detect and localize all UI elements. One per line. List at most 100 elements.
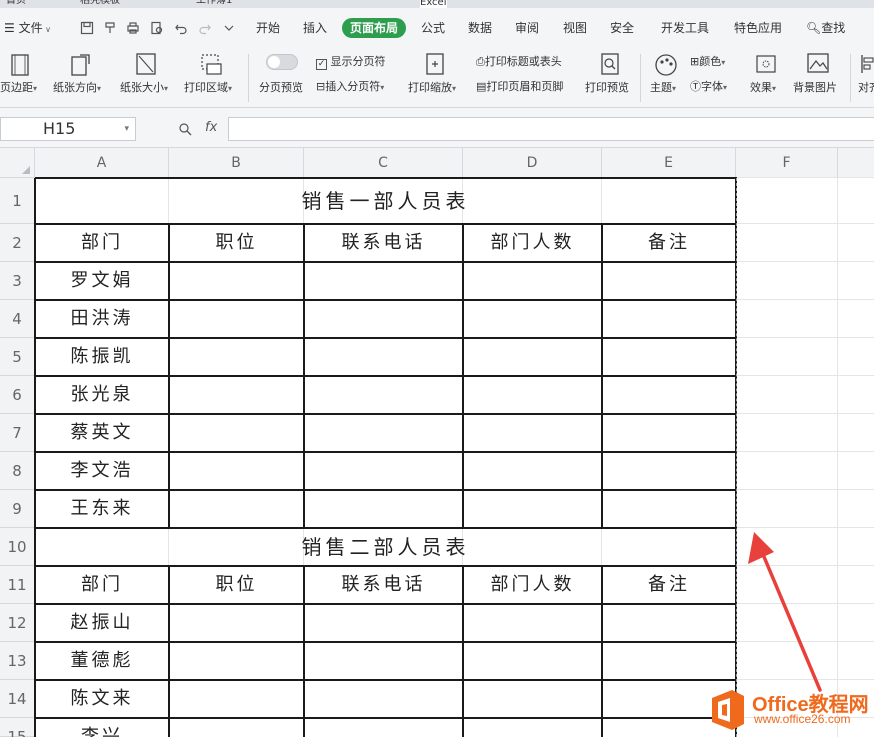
effects-button[interactable]: 效果▾ xyxy=(750,79,776,95)
select-all-corner[interactable] xyxy=(0,148,35,178)
tab-special-features[interactable]: 特色应用 xyxy=(734,18,782,38)
table1-name-cell[interactable]: 罗文娟 xyxy=(35,262,169,300)
row-header-2[interactable]: 2 xyxy=(0,224,35,262)
margins-button[interactable]: 页边距▾ xyxy=(0,79,37,95)
show-page-breaks-checkbox[interactable]: ✓ 显示分页符 xyxy=(316,53,386,70)
column-header-c[interactable]: C xyxy=(304,148,463,178)
file-menu[interactable]: ☰ 文件 ∨ xyxy=(4,18,51,38)
table2-name-cell[interactable]: 陈文来 xyxy=(35,680,169,718)
table2-title[interactable]: 销售二部人员表 xyxy=(35,528,736,566)
table1-title[interactable]: 销售一部人员表 xyxy=(35,178,736,224)
column-header-d[interactable]: D xyxy=(463,148,602,178)
tab-formulas[interactable]: 公式 xyxy=(421,18,445,38)
print-scale-button[interactable]: 打印缩放▾ xyxy=(408,79,456,95)
orientation-button[interactable]: 纸张方向▾ xyxy=(53,79,101,95)
print-scale-icon[interactable] xyxy=(424,52,446,76)
formula-input[interactable] xyxy=(228,117,874,141)
table1-header-notes[interactable]: 备注 xyxy=(602,224,736,262)
title-tab-workbook[interactable]: 工作簿1 xyxy=(196,0,232,8)
title-tab-templates[interactable]: 稻壳模板 xyxy=(80,0,120,8)
tab-review[interactable]: 审阅 xyxy=(515,18,539,38)
row-header-12[interactable]: 12 xyxy=(0,604,35,642)
effects-icon[interactable] xyxy=(755,54,777,74)
row-header-5[interactable]: 5 xyxy=(0,338,35,376)
paper-size-button[interactable]: 纸张大小▾ xyxy=(120,79,168,95)
customize-toolbar-icon[interactable] xyxy=(222,21,236,35)
align-icon[interactable] xyxy=(860,52,874,76)
colors-button[interactable]: ⊞颜色▾ xyxy=(690,53,725,69)
row-header-9[interactable]: 9 xyxy=(0,490,35,528)
tab-home[interactable]: 开始 xyxy=(256,18,280,38)
column-header-e[interactable]: E xyxy=(602,148,736,178)
column-header-b[interactable]: B xyxy=(169,148,304,178)
column-header-a[interactable]: A xyxy=(35,148,169,178)
table2-name-cell[interactable]: 赵振山 xyxy=(35,604,169,642)
page-break-preview-toggle[interactable] xyxy=(266,54,298,70)
paper-size-icon[interactable] xyxy=(134,52,158,76)
print-preview-icon[interactable] xyxy=(150,21,164,35)
theme-button[interactable]: 主题▾ xyxy=(650,79,676,95)
print-area-icon[interactable] xyxy=(198,52,224,78)
row-header-10[interactable]: 10 xyxy=(0,528,35,566)
tab-view[interactable]: 视图 xyxy=(563,18,587,38)
margins-icon[interactable] xyxy=(8,53,32,77)
table2-header-position[interactable]: 职位 xyxy=(169,566,304,604)
table2-header-notes[interactable]: 备注 xyxy=(602,566,736,604)
tab-security[interactable]: 安全 xyxy=(610,18,634,38)
row-header-15[interactable]: 15 xyxy=(0,718,35,737)
tab-insert[interactable]: 插入 xyxy=(303,18,327,38)
tab-developer[interactable]: 开发工具 xyxy=(661,18,709,38)
table1-name-cell[interactable]: 田洪涛 xyxy=(35,300,169,338)
orientation-icon[interactable] xyxy=(68,52,94,78)
table1-header-phone[interactable]: 联系电话 xyxy=(304,224,463,262)
print-icon[interactable] xyxy=(126,21,140,35)
row-header-3[interactable]: 3 xyxy=(0,262,35,300)
print-preview-button[interactable]: 打印预览 xyxy=(585,79,629,95)
table2-header-headcount[interactable]: 部门人数 xyxy=(463,566,602,604)
row-header-1[interactable]: 1 xyxy=(0,178,35,224)
theme-palette-icon[interactable] xyxy=(653,52,679,78)
background-image-icon[interactable] xyxy=(806,52,830,74)
insert-function-button[interactable]: fx xyxy=(205,120,217,135)
row-header-8[interactable]: 8 xyxy=(0,452,35,490)
save-icon[interactable] xyxy=(80,21,94,35)
name-box[interactable]: H15 ▾ xyxy=(0,117,136,141)
title-tab-current[interactable]: Excel xyxy=(420,0,447,8)
table2-header-phone[interactable]: 联系电话 xyxy=(304,566,463,604)
row-header-11[interactable]: 11 xyxy=(0,566,35,604)
background-image-button[interactable]: 背景图片 xyxy=(793,79,837,95)
row-header-13[interactable]: 13 xyxy=(0,642,35,680)
table1-name-cell[interactable]: 李文浩 xyxy=(35,452,169,490)
row-header-14[interactable]: 14 xyxy=(0,680,35,718)
tab-data[interactable]: 数据 xyxy=(468,18,492,38)
table2-name-cell[interactable]: 李兴 xyxy=(35,718,169,737)
table1-header-headcount[interactable]: 部门人数 xyxy=(463,224,602,262)
column-header-f[interactable]: F xyxy=(736,148,838,178)
header-footer-button[interactable]: ▤打印页眉和页脚 xyxy=(476,78,563,94)
row-header-7[interactable]: 7 xyxy=(0,414,35,452)
print-titles-button[interactable]: ⎙打印标题或表头 xyxy=(476,53,562,69)
title-tab-home[interactable]: 首页 xyxy=(6,0,26,8)
zoom-function-icon[interactable] xyxy=(178,122,192,136)
tab-page-layout[interactable]: 页面布局 xyxy=(342,18,407,38)
table2-header-dept[interactable]: 部门 xyxy=(35,566,169,604)
table1-header-dept[interactable]: 部门 xyxy=(35,224,169,262)
table1-name-cell[interactable]: 张光泉 xyxy=(35,376,169,414)
undo-icon[interactable] xyxy=(174,21,188,35)
table1-name-cell[interactable]: 王东来 xyxy=(35,490,169,528)
search-button[interactable]: 🔍︎查找 xyxy=(806,18,845,38)
table1-header-position[interactable]: 职位 xyxy=(169,224,304,262)
row-header-4[interactable]: 4 xyxy=(0,300,35,338)
table1-name-cell[interactable]: 蔡英文 xyxy=(35,414,169,452)
print-preview-large-icon[interactable] xyxy=(598,52,622,76)
print-area-button[interactable]: 打印区域▾ xyxy=(184,79,232,95)
table1-name-cell[interactable]: 陈振凯 xyxy=(35,338,169,376)
align-button[interactable]: 对齐 xyxy=(858,79,874,95)
redo-icon[interactable] xyxy=(198,21,212,35)
insert-page-break-button[interactable]: ⊟插入分页符▾ xyxy=(316,78,384,94)
fonts-button[interactable]: Ⓣ字体▾ xyxy=(690,78,727,94)
table-border xyxy=(462,224,464,528)
row-header-6[interactable]: 6 xyxy=(0,376,35,414)
table2-name-cell[interactable]: 董德彪 xyxy=(35,642,169,680)
format-painter-icon[interactable] xyxy=(103,21,117,35)
